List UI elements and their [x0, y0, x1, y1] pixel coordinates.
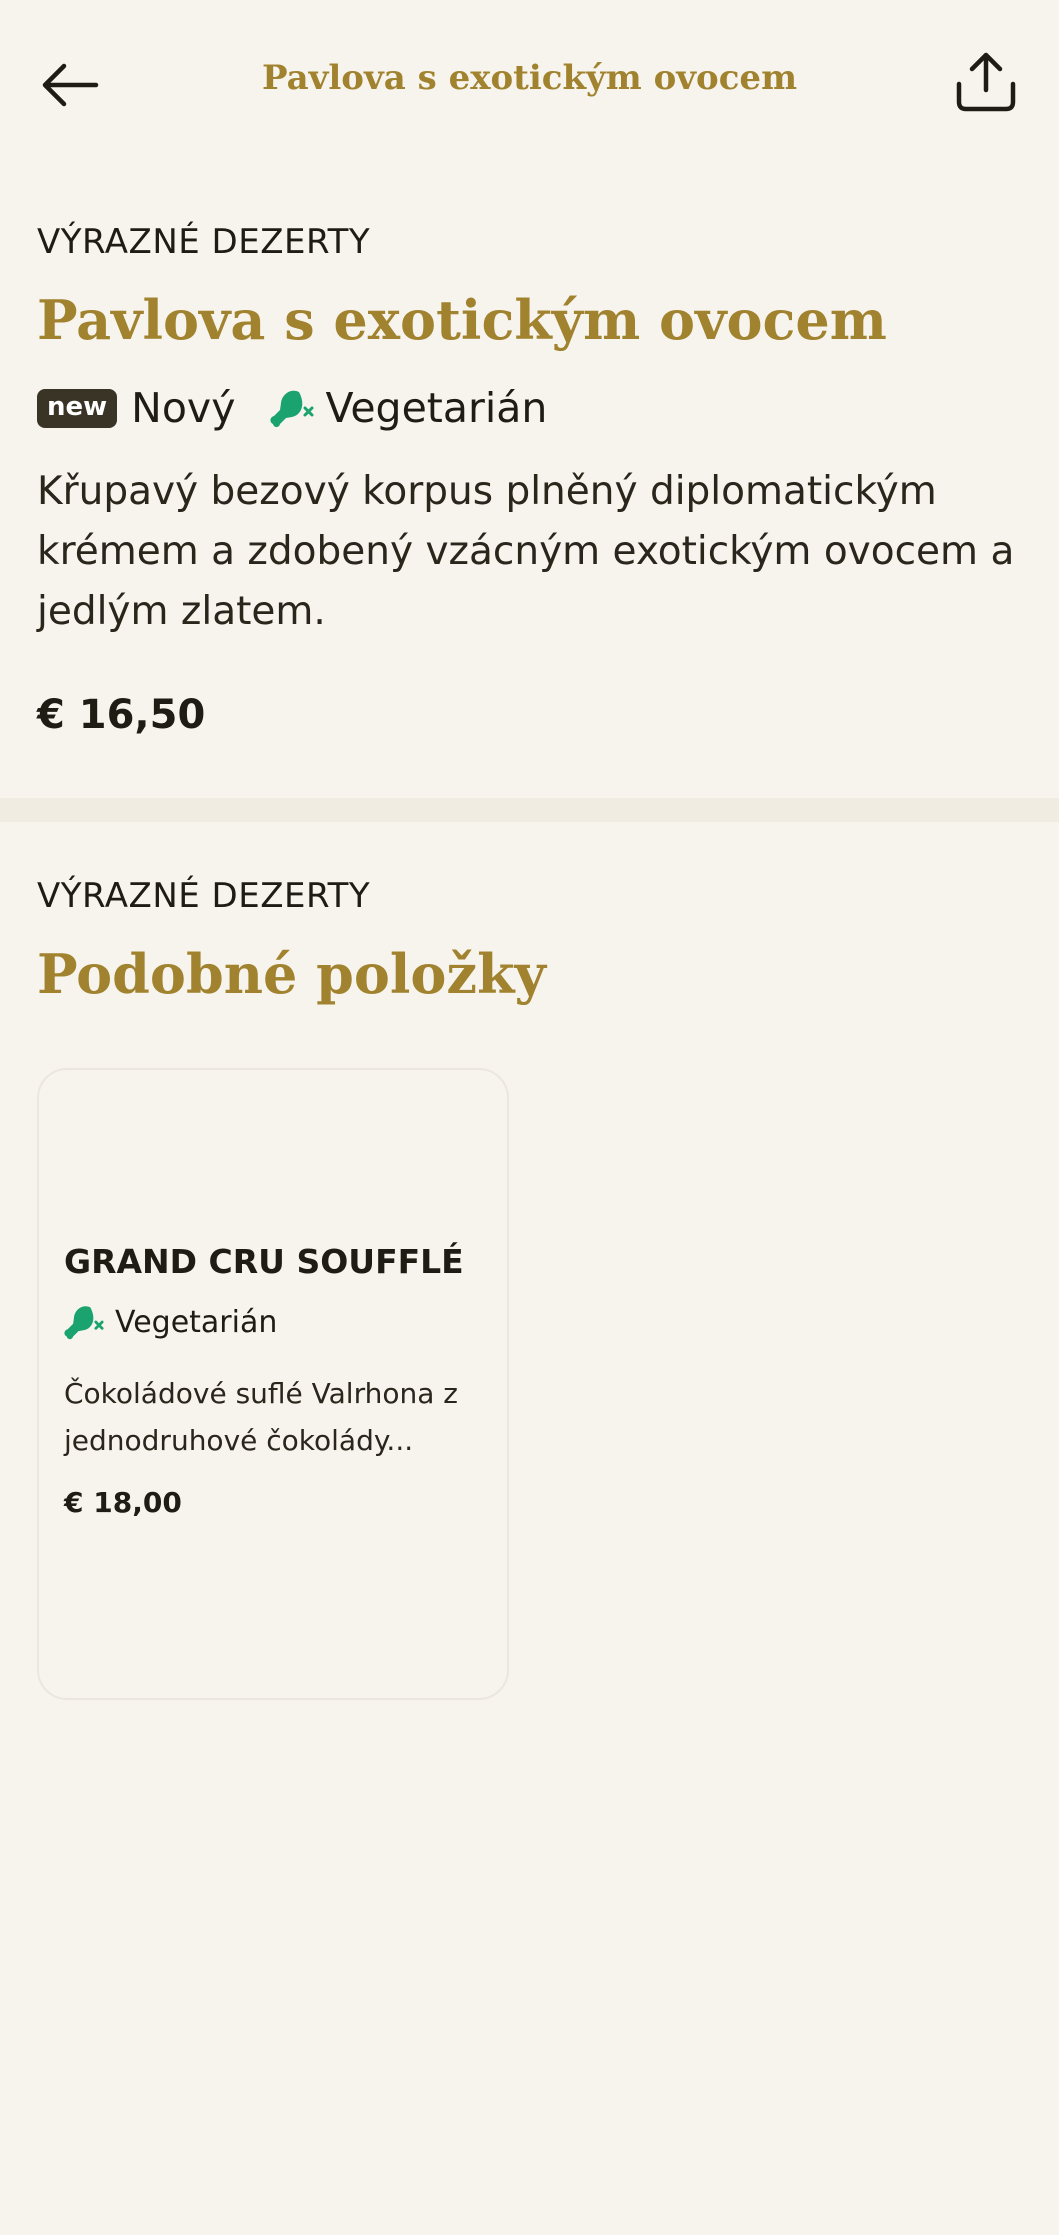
- card-description: Čokoládové suflé Valrhona z jednodruhové…: [64, 1377, 458, 1457]
- item-description: Křupavý bezový korpus plněný diplomatick…: [37, 469, 1015, 634]
- similar-title-wrap: Podobné položky: [37, 942, 1022, 1006]
- item-category-label: VÝRAZNÉ DEZERTY: [37, 222, 371, 262]
- top-bar: Pavlova s exotickým ovocem: [0, 0, 1059, 170]
- new-badge: new: [37, 388, 118, 428]
- card-tag-label: Vegetarián: [115, 1304, 278, 1340]
- similar-title: Podobné položky: [37, 942, 546, 1006]
- new-label: Nový: [131, 384, 236, 432]
- similar-item-card[interactable]: GRAND CRU SOUFFLÉ Vegetarián Čokoládové …: [37, 1068, 509, 1700]
- vegetarian-label: Vegetarián: [325, 384, 548, 432]
- item-title-wrap: Pavlova s exotickým ovocem: [37, 288, 1022, 352]
- item-tags: new Nový Vegetarián: [37, 378, 1022, 438]
- vegetarian-tag: Vegetarián: [269, 384, 547, 432]
- header-title: Pavlova s exotickým ovocem: [261, 58, 798, 98]
- item-category: VÝRAZNÉ DEZERTY: [37, 222, 1022, 262]
- card-vegetarian-tag: Vegetarián: [63, 1300, 277, 1344]
- section-divider: [0, 798, 1059, 822]
- arrow-left-icon: [42, 63, 99, 107]
- item-price: € 16,50: [37, 692, 206, 738]
- similar-category-label: VÝRAZNÉ DEZERTY: [37, 876, 371, 916]
- drumstick-crossed-icon: [64, 1306, 104, 1340]
- share-button[interactable]: [944, 40, 1028, 124]
- card-price: € 18,00: [64, 1486, 182, 1519]
- similar-category: VÝRAZNÉ DEZERTY: [37, 876, 1022, 916]
- share-icon: [956, 52, 1016, 112]
- item-title: Pavlova s exotickým ovocem: [37, 288, 887, 352]
- drumstick-crossed-icon: [270, 390, 314, 427]
- card-title: GRAND CRU SOUFFLÉ: [64, 1242, 464, 1281]
- back-button[interactable]: [30, 45, 110, 125]
